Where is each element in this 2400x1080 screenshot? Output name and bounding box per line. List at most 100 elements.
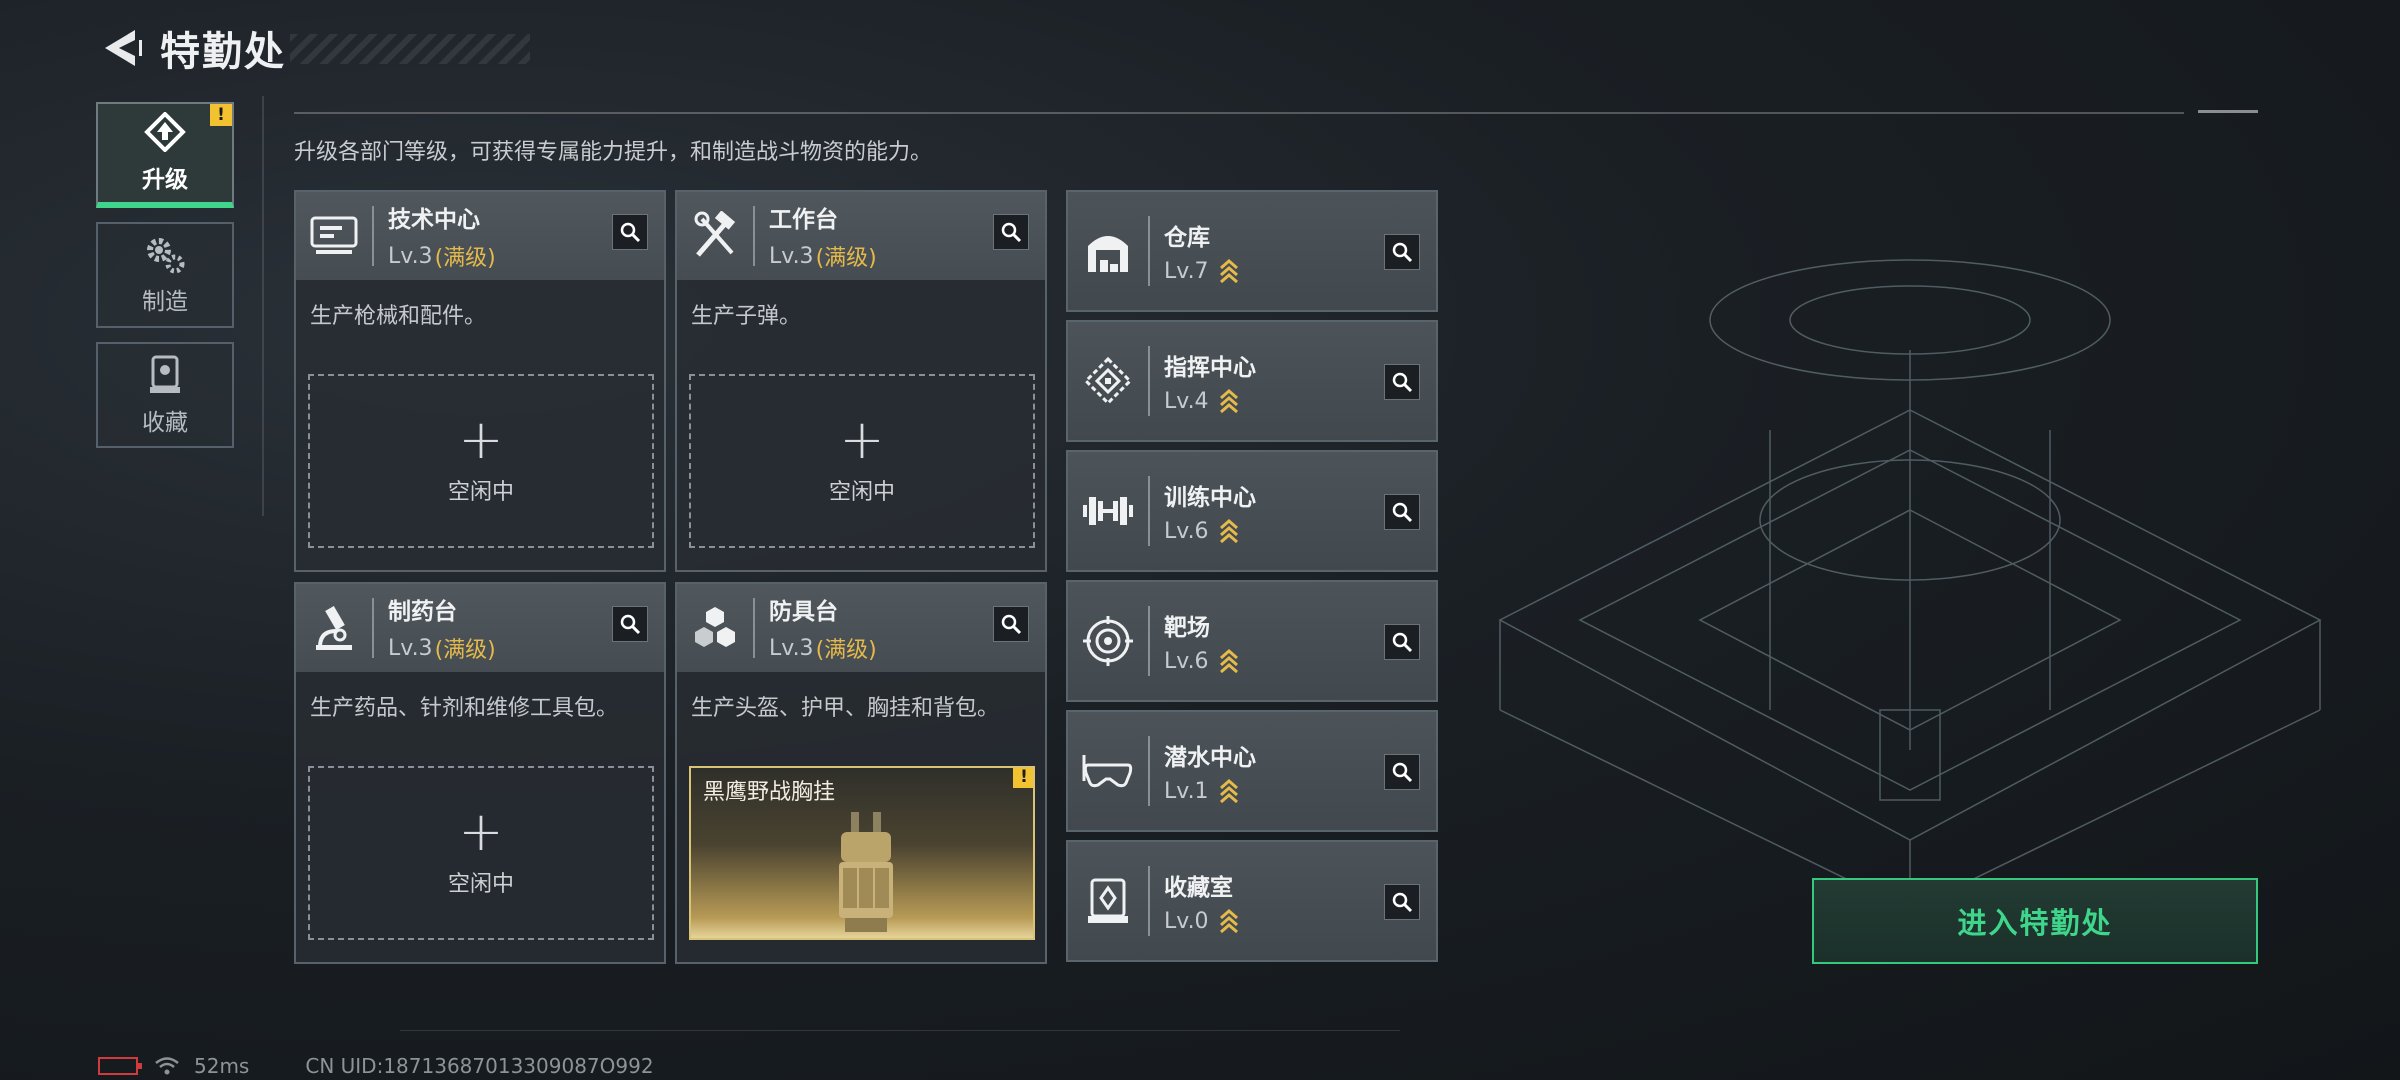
idle-production-slot[interactable]: + 空闲中 bbox=[308, 374, 654, 548]
upgrade-chevron-icon bbox=[1219, 519, 1238, 544]
workbench-card-armor[interactable]: 防具台 Lv.3 (满级) 生产头盔、护甲、胸挂和背包。 黑鹰野战胸挂 ! bbox=[675, 582, 1047, 964]
card-icon-wrap bbox=[1068, 190, 1148, 312]
search-icon bbox=[1001, 614, 1022, 635]
tools-icon bbox=[694, 211, 736, 257]
workbench-card-tech-center[interactable]: 技术中心 Lv.3 (满级) 生产枪械和配件。 + 空闲中 bbox=[294, 190, 666, 572]
armor-cubes-icon bbox=[695, 607, 735, 647]
card-icon-wrap bbox=[1068, 320, 1148, 442]
tab-craft[interactable]: 制造 bbox=[96, 222, 234, 328]
upgrade-chevron-icon bbox=[1219, 259, 1238, 284]
card-level: Lv.7 bbox=[1164, 258, 1239, 284]
card-name: 仓库 bbox=[1164, 225, 1210, 251]
card-icon-wrap bbox=[1068, 580, 1148, 702]
search-icon bbox=[1392, 762, 1413, 783]
workbench-card-workbench[interactable]: 工作台 Lv.3 (满级) 生产子弹。 + 空闲中 bbox=[675, 190, 1047, 572]
wifi-icon bbox=[155, 1057, 179, 1075]
card-titles: 工作台 Lv.3 (满级) bbox=[769, 200, 877, 272]
card-name: 靶场 bbox=[1164, 615, 1210, 641]
separator bbox=[372, 206, 374, 266]
back-button[interactable] bbox=[96, 23, 146, 73]
level-value: Lv.3 bbox=[388, 635, 433, 661]
card-icon-wrap bbox=[1068, 840, 1148, 962]
crafted-item-slot[interactable]: 黑鹰野战胸挂 ! bbox=[689, 766, 1035, 940]
top-bar: 特勤处 bbox=[96, 18, 286, 78]
card-name: 制药台 bbox=[388, 599, 457, 625]
search-button[interactable] bbox=[1384, 494, 1420, 530]
workbench-card-pharmacy[interactable]: 制药台 Lv.3 (满级) 生产药品、针剂和维修工具包。 + 空闲中 bbox=[294, 582, 666, 964]
gears-icon bbox=[147, 238, 185, 274]
idle-text: 空闲中 bbox=[447, 480, 514, 505]
enter-special-ops-button[interactable]: 进入特勤处 bbox=[1812, 878, 2258, 964]
search-button[interactable] bbox=[612, 606, 648, 642]
card-header: 防具台 Lv.3 (满级) bbox=[677, 584, 1045, 672]
card-icon-wrap bbox=[296, 192, 372, 280]
tab-upgrade[interactable]: ! 升级 bbox=[96, 102, 234, 208]
search-button[interactable] bbox=[993, 214, 1029, 250]
card-header: 技术中心 Lv.3 (满级) bbox=[296, 192, 664, 280]
facility-card-collection-room[interactable]: 收藏室 Lv.0 bbox=[1066, 840, 1438, 962]
search-button[interactable] bbox=[612, 214, 648, 250]
level-value: Lv.1 bbox=[1164, 778, 1209, 804]
search-icon bbox=[1392, 372, 1413, 393]
dive-mask-icon bbox=[1082, 755, 1133, 788]
card-description: 生产子弹。 bbox=[691, 304, 802, 329]
command-icon bbox=[1083, 356, 1133, 406]
tab-label: 收藏 bbox=[142, 410, 188, 436]
card-level: Lv.0 bbox=[1164, 908, 1239, 934]
card-titles: 靶场 Lv.6 bbox=[1164, 608, 1239, 674]
card-level: Lv.3 (满级) bbox=[388, 632, 496, 664]
separator bbox=[753, 598, 755, 658]
card-icon-wrap bbox=[296, 584, 372, 672]
tab-collection[interactable]: 收藏 bbox=[96, 342, 234, 448]
idle-production-slot[interactable]: + 空闲中 bbox=[308, 766, 654, 940]
target-icon bbox=[1083, 616, 1133, 666]
upgrade-chevron-icon bbox=[1219, 779, 1238, 804]
facility-card-dive-center[interactable]: 潜水中心 Lv.1 bbox=[1066, 710, 1438, 832]
search-icon bbox=[620, 614, 641, 635]
search-button[interactable] bbox=[1384, 234, 1420, 270]
max-level-label: (满级) bbox=[815, 246, 877, 271]
item-name: 黑鹰野战胸挂 bbox=[703, 780, 836, 805]
level-value: Lv.3 bbox=[388, 243, 433, 269]
card-level: Lv.3 (满级) bbox=[769, 240, 877, 272]
card-level: Lv.1 bbox=[1164, 778, 1256, 804]
facility-card-training-center[interactable]: 训练中心 Lv.6 bbox=[1066, 450, 1438, 572]
upgrade-chevron-icon bbox=[1219, 909, 1238, 934]
search-button[interactable] bbox=[1384, 364, 1420, 400]
separator bbox=[372, 598, 374, 658]
separator bbox=[1148, 866, 1150, 936]
separator bbox=[1148, 736, 1150, 806]
microscope-icon bbox=[316, 605, 352, 650]
separator bbox=[1148, 476, 1150, 546]
back-arrow-icon bbox=[105, 30, 142, 66]
title-decoration bbox=[290, 34, 530, 64]
search-button[interactable] bbox=[993, 606, 1029, 642]
card-level: Lv.3 (满级) bbox=[769, 632, 877, 664]
warehouse-icon bbox=[1088, 236, 1128, 272]
warning-badge: ! bbox=[1013, 768, 1033, 788]
card-titles: 技术中心 Lv.3 (满级) bbox=[388, 200, 496, 272]
card-icon-wrap bbox=[1068, 450, 1148, 572]
divider bbox=[2198, 110, 2258, 113]
collection-icon bbox=[150, 355, 180, 393]
search-button[interactable] bbox=[1384, 884, 1420, 920]
upgrade-chevron-icon bbox=[1219, 389, 1238, 414]
card-titles: 收藏室 Lv.0 bbox=[1164, 868, 1239, 934]
card-name: 工作台 bbox=[769, 207, 838, 233]
card-titles: 训练中心 Lv.6 bbox=[1164, 478, 1256, 544]
chest-rig-image bbox=[839, 812, 893, 932]
search-icon bbox=[1001, 222, 1022, 243]
search-button[interactable] bbox=[1384, 754, 1420, 790]
facility-card-shooting-range[interactable]: 靶场 Lv.6 bbox=[1066, 580, 1438, 702]
search-icon bbox=[1392, 892, 1413, 913]
idle-text: 空闲中 bbox=[828, 480, 895, 505]
facility-card-warehouse[interactable]: 仓库 Lv.7 bbox=[1066, 190, 1438, 312]
search-button[interactable] bbox=[1384, 624, 1420, 660]
card-titles: 潜水中心 Lv.1 bbox=[1164, 738, 1256, 804]
plus-icon: + bbox=[458, 800, 504, 863]
level-value: Lv.3 bbox=[769, 243, 814, 269]
search-icon bbox=[1392, 502, 1413, 523]
idle-production-slot[interactable]: + 空闲中 bbox=[689, 374, 1035, 548]
separator bbox=[1148, 346, 1150, 416]
facility-card-command-center[interactable]: 指挥中心 Lv.4 bbox=[1066, 320, 1438, 442]
